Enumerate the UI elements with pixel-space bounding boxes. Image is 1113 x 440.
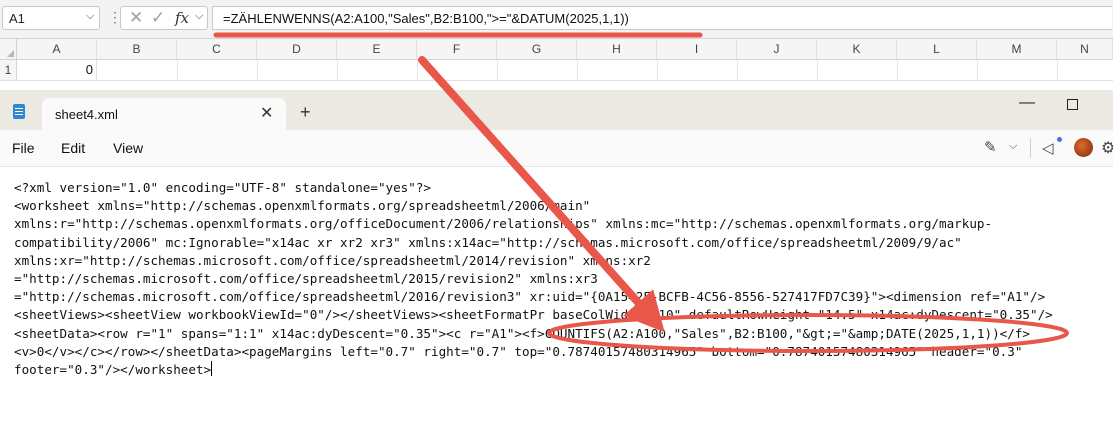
settings-icon[interactable]: ⚙ xyxy=(1101,138,1113,158)
cancel-icon[interactable]: ✕ xyxy=(129,8,143,28)
notepad-window: sheet4.xml ✕ + — File Edit View ✎ ⌵ ◁ ⚙ … xyxy=(0,90,1113,440)
maximize-icon[interactable] xyxy=(1067,99,1078,110)
menu-bar: File Edit View ✎ ⌵ ◁ ⚙ xyxy=(0,130,1113,167)
column-header[interactable]: D xyxy=(257,39,337,59)
formula-input[interactable]: =ZÄHLENWENNS(A2:A100,"Sales",B2:B100,">=… xyxy=(212,6,1112,30)
column-header[interactable]: A xyxy=(17,39,97,59)
grid-line xyxy=(817,60,818,80)
sheet-row: 1 0 xyxy=(0,60,1113,81)
formula-bar: A1 ⌵ ⋮ ✕ ✓ fx ⌵ =ZÄHLENWENNS(A2:A100,"Sa… xyxy=(0,0,1113,39)
grid-line xyxy=(177,60,178,80)
column-header[interactable]: J xyxy=(737,39,817,59)
plus-icon[interactable]: + xyxy=(300,102,311,123)
enter-icon[interactable]: ✓ xyxy=(151,8,165,28)
grid-line xyxy=(737,60,738,80)
cell-a1[interactable]: 0 xyxy=(17,60,97,80)
chevron-down-icon[interactable]: ⌵ xyxy=(195,10,203,23)
menu-view[interactable]: View xyxy=(113,140,143,156)
editor-content[interactable]: <?xml version="1.0" encoding="UTF-8" sta… xyxy=(14,179,1053,379)
column-header[interactable]: C xyxy=(177,39,257,59)
grid-line xyxy=(337,60,338,80)
minimize-icon[interactable]: — xyxy=(1019,94,1035,112)
column-header[interactable]: B xyxy=(97,39,177,59)
column-header[interactable]: E xyxy=(337,39,417,59)
column-header[interactable]: I xyxy=(657,39,737,59)
column-header[interactable]: K xyxy=(817,39,897,59)
close-icon[interactable]: ✕ xyxy=(260,103,273,123)
tab-title: sheet4.xml xyxy=(55,107,118,122)
chevron-down-icon[interactable]: ⌵ xyxy=(86,10,94,23)
name-box-value: A1 xyxy=(9,11,25,26)
column-header[interactable]: M xyxy=(977,39,1057,59)
toolbar-divider xyxy=(1030,138,1031,158)
notepad-icon xyxy=(13,104,25,119)
tab-sheet4-xml[interactable]: sheet4.xml ✕ xyxy=(42,98,286,130)
notification-dot xyxy=(1057,137,1062,142)
row-header[interactable]: 1 xyxy=(0,60,17,80)
name-box[interactable]: A1 ⌵ xyxy=(2,6,100,30)
grid-line xyxy=(257,60,258,80)
grid-line xyxy=(977,60,978,80)
select-all-corner[interactable] xyxy=(0,39,17,59)
menu-file[interactable]: File xyxy=(12,140,35,156)
text-caret xyxy=(211,361,213,377)
grid-line xyxy=(577,60,578,80)
grid-line xyxy=(897,60,898,80)
column-header[interactable]: G xyxy=(497,39,577,59)
formula-text: =ZÄHLENWENNS(A2:A100,"Sales",B2:B100,">=… xyxy=(223,11,629,26)
column-header[interactable]: H xyxy=(577,39,657,59)
column-header[interactable]: F xyxy=(417,39,497,59)
menu-edit[interactable]: Edit xyxy=(61,140,85,156)
excel-window: A1 ⌵ ⋮ ✕ ✓ fx ⌵ =ZÄHLENWENNS(A2:A100,"Sa… xyxy=(0,0,1113,90)
column-headers: A B C D E F G H I J K L M N xyxy=(0,39,1113,60)
grid-line xyxy=(417,60,418,80)
grid-line xyxy=(497,60,498,80)
copilot-icon[interactable]: ✎ xyxy=(984,138,997,156)
formula-actions: ✕ ✓ fx ⌵ xyxy=(120,6,208,30)
profile-icon[interactable] xyxy=(1074,138,1093,157)
grid-line xyxy=(657,60,658,80)
column-header[interactable]: N xyxy=(1057,39,1113,59)
xml-text: <?xml version="1.0" encoding="UTF-8" sta… xyxy=(14,180,1053,378)
function-icon[interactable]: fx xyxy=(175,9,189,27)
grid-line xyxy=(1057,60,1058,80)
column-header[interactable]: L xyxy=(897,39,977,59)
text-editor[interactable]: <?xml version="1.0" encoding="UTF-8" sta… xyxy=(0,167,1113,440)
title-bar[interactable]: sheet4.xml ✕ + — xyxy=(0,90,1113,130)
feedback-icon[interactable]: ◁ xyxy=(1042,139,1054,157)
chevron-down-icon[interactable]: ⌵ xyxy=(1009,140,1017,153)
